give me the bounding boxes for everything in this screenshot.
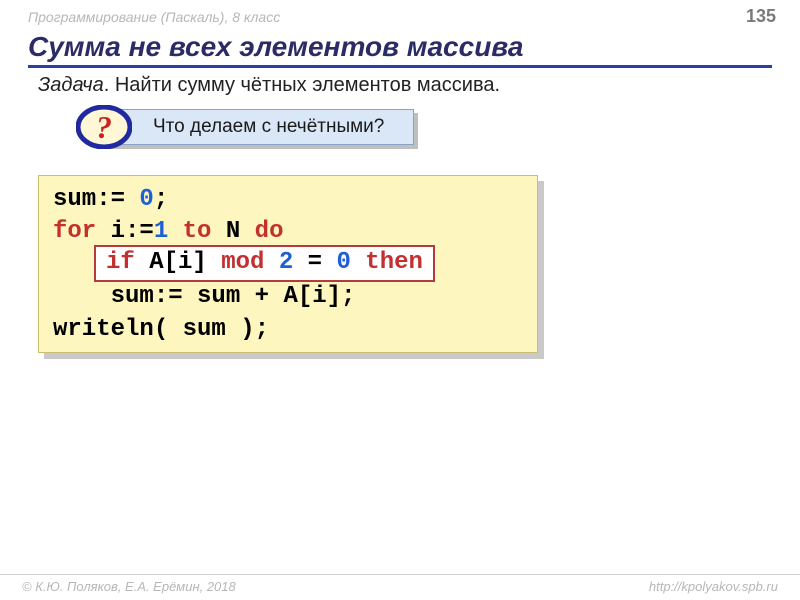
ov-i: then	[365, 249, 423, 276]
ov-h	[351, 249, 365, 276]
course-label: Программирование (Паскаль), 8 класс	[28, 9, 280, 25]
question-block: Что делаем с нечётными? ?	[38, 107, 800, 157]
code-l5: writeln( sum );	[53, 316, 269, 343]
code-block: sum:= 0; for i:=1 to N do sum:= sum + A[…	[38, 175, 548, 365]
slide-header: Программирование (Паскаль), 8 класс 135	[0, 0, 800, 27]
code-l2b: i:=	[96, 218, 154, 245]
site-url: http://kpolyakov.spb.ru	[649, 579, 778, 594]
question-mark-glyph: ?	[96, 109, 112, 145]
ov-d	[264, 249, 278, 276]
ov-f: =	[293, 249, 336, 276]
code-l2f: N	[211, 218, 254, 245]
code-l1b: 0	[139, 186, 153, 213]
code-l2c: 1	[154, 218, 168, 245]
code-l1c: ;	[154, 186, 168, 213]
ov-e: 2	[279, 249, 293, 276]
question-box: Что делаем с нечётными?	[104, 109, 414, 145]
copyright: © К.Ю. Поляков, Е.А. Ерёмин, 2018	[22, 579, 236, 594]
ov-b: A[i]	[135, 249, 221, 276]
slide-footer: © К.Ю. Поляков, Е.А. Ерёмин, 2018 http:/…	[0, 574, 800, 600]
code-l1a: sum:=	[53, 186, 139, 213]
code-l2a: for	[53, 218, 96, 245]
question-text: Что делаем с нечётными?	[153, 116, 384, 138]
code-l2d	[168, 218, 182, 245]
ov-c: mod	[221, 249, 264, 276]
task-line: Задача. Найти сумму чётных элементов мас…	[38, 74, 772, 97]
ov-a: if	[106, 249, 135, 276]
code-l4: sum:= sum + A[i];	[53, 283, 355, 310]
question-mark-icon: ?	[76, 105, 132, 149]
slide-title: Сумма не всех элементов массива	[28, 31, 772, 68]
ov-g: 0	[336, 249, 350, 276]
code-l2g: do	[255, 218, 284, 245]
page-number: 135	[746, 6, 776, 27]
task-text: . Найти сумму чётных элементов массива.	[104, 74, 500, 96]
code-overlay: if A[i] mod 2 = 0 then	[94, 245, 435, 282]
task-label: Задача	[38, 74, 104, 96]
code-l2e: to	[183, 218, 212, 245]
